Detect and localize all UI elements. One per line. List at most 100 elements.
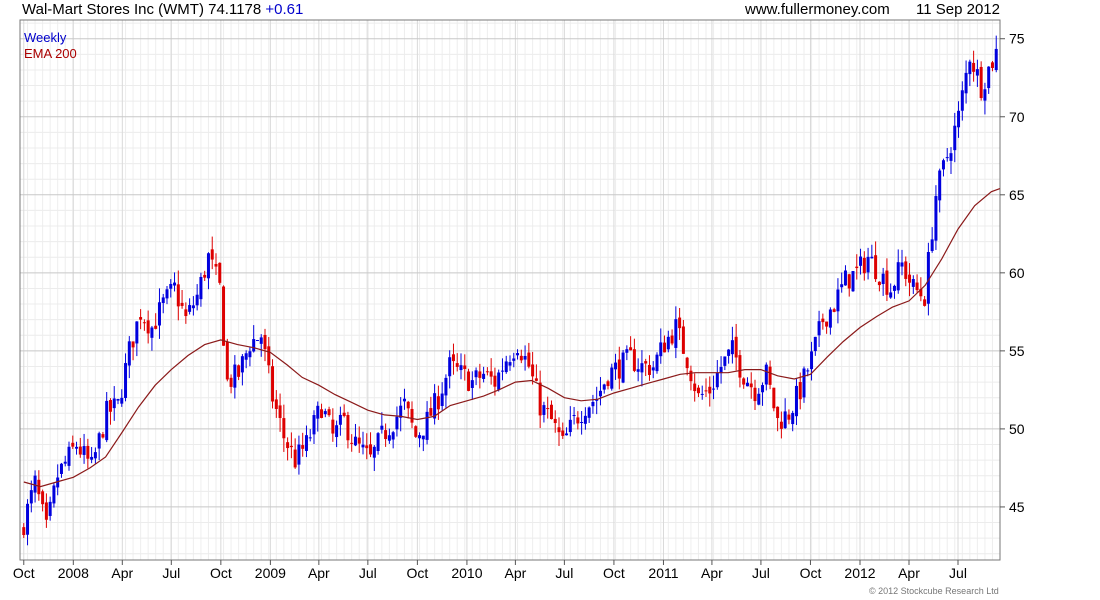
weekly-candle [960,81,964,121]
legend-weekly: Weekly [24,30,67,45]
candle-body [210,249,214,260]
weekly-candle [843,265,847,286]
candle-body [670,335,674,344]
weekly-candle [761,382,765,406]
candle-body [259,337,263,344]
candle-body [485,371,489,373]
candle-body [659,342,663,357]
x-tick-label: Oct [210,565,232,581]
candle-body [798,382,802,400]
weekly-candle [429,396,433,416]
weekly-candle [655,352,659,374]
candle-body [335,425,339,438]
weekly-candle [278,393,282,432]
candle-body [455,363,459,367]
candle-body [934,196,938,241]
candle-body [874,255,878,280]
candle-body [120,397,124,404]
candle-body [813,336,817,352]
candle-body [316,405,320,419]
candle-body [342,412,346,417]
weekly-candle [191,296,195,316]
candle-body [327,409,331,416]
weekly-candle [602,383,606,394]
y-tick-label: 50 [1009,421,1025,437]
weekly-candle [987,66,991,94]
candle-body [945,157,949,159]
candle-body [542,405,546,415]
candle-body [843,270,847,286]
weekly-candle [244,350,248,369]
candle-body [565,433,569,436]
x-tick-label: Apr [111,565,133,581]
weekly-candle [440,382,444,411]
candle-body [482,373,486,379]
weekly-candle [715,360,719,390]
candle-body [188,305,192,312]
weekly-candle [384,423,388,447]
candle-body [738,355,742,378]
candle-body [467,371,471,391]
weekly-candle [791,410,795,432]
weekly-candle [455,353,459,372]
candle-body [421,435,425,440]
weekly-candle [350,434,354,452]
weekly-candle [719,356,723,384]
candle-body [598,390,602,397]
candle-body [308,437,312,439]
weekly-candle [727,349,731,364]
candlestick-chart: Oct 2008 Apr Jul Oct 2009 Apr Jul Oct 2010 Apr Jul O… [13,19,1025,581]
weekly-candle [749,372,753,399]
weekly-candle [22,523,26,538]
weekly-candle [598,377,602,406]
weekly-candle [399,397,403,432]
candle-body [851,271,855,292]
candle-body [855,266,859,269]
candle-body [108,400,112,412]
x-tick-label: Oct [406,565,428,581]
candle-body [391,432,395,440]
weekly-candle [972,50,976,82]
candle-body [429,408,433,416]
x-tick-label: Jul [162,565,180,581]
weekly-candle [859,248,863,275]
candle-body [418,435,422,439]
candle-body [908,274,912,283]
weekly-candle [56,464,60,496]
candle-body [320,409,324,418]
candle-body [557,427,561,433]
candle-body [655,354,659,372]
candle-body [63,461,67,464]
candle-body [783,411,787,429]
weekly-candle [915,274,919,294]
weekly-candle [549,400,553,420]
candle-body [131,341,135,348]
weekly-candle [304,425,308,458]
candle-body [271,366,275,402]
weekly-candle [836,278,840,324]
candle-body [685,357,689,369]
weekly-candle [587,406,591,424]
candle-body [44,502,48,520]
candle-body [987,66,991,89]
candle-body [580,421,584,423]
y-tick-label: 65 [1009,187,1025,203]
candle-body [583,415,587,424]
candle-body [561,430,565,436]
candle-body [930,239,934,251]
candle-body [154,325,158,329]
candle-body [387,435,391,441]
candle-body [546,408,550,410]
candle-body [802,368,806,398]
candle-body [225,341,229,380]
candle-body [700,393,704,395]
candle-body [448,357,452,377]
weekly-candle [485,367,489,376]
weekly-candle [855,254,859,280]
candle-body [82,446,86,455]
weekly-candle [297,435,301,475]
candle-body [523,355,527,360]
weekly-candle [632,338,636,373]
x-tick-label: Apr [898,565,920,581]
weekly-candle [308,429,312,442]
